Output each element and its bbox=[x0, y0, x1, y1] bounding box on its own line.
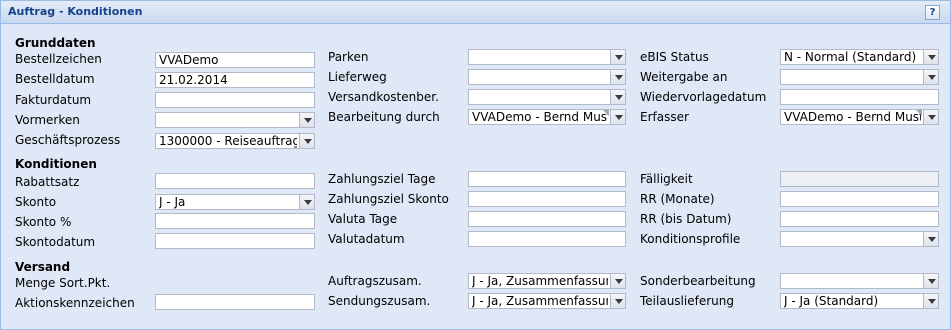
chevron-down-icon[interactable] bbox=[923, 110, 938, 124]
chevron-down-icon[interactable] bbox=[610, 110, 625, 124]
chevron-down-icon[interactable] bbox=[610, 294, 625, 308]
erfasser-value: VVADemo - Bernd Muste bbox=[784, 110, 921, 124]
skonto-select[interactable]: J - Ja bbox=[155, 194, 315, 210]
vormerken-select[interactable] bbox=[155, 112, 315, 128]
chevron-down-icon[interactable] bbox=[923, 70, 938, 84]
rabattsatz-field[interactable] bbox=[155, 173, 315, 189]
fakturdatum-field[interactable] bbox=[155, 92, 315, 108]
bestellzeichen-field[interactable]: VVADemo bbox=[155, 52, 315, 68]
ebis-status-select[interactable]: N - Normal (Standard) bbox=[780, 49, 939, 65]
menge-sort-label: Menge Sort.Pkt. bbox=[15, 276, 111, 290]
skonto-value: J - Ja bbox=[159, 195, 186, 209]
chevron-down-icon[interactable] bbox=[923, 232, 938, 246]
chevron-down-icon[interactable] bbox=[299, 195, 314, 209]
section-grunddaten: Grunddaten bbox=[15, 36, 96, 50]
bestelldatum-label: Bestelldatum bbox=[15, 72, 95, 86]
valutadatum-label: Valutadatum bbox=[328, 232, 405, 246]
parken-select[interactable] bbox=[468, 49, 626, 65]
valuta-tage-field[interactable] bbox=[468, 211, 626, 227]
ebis-status-label: eBIS Status bbox=[640, 50, 709, 64]
zahlungsziel-skonto-label: Zahlungsziel Skonto bbox=[328, 192, 449, 206]
valuta-tage-label: Valuta Tage bbox=[328, 212, 398, 226]
rr-datum-label: RR (bis Datum) bbox=[640, 212, 732, 226]
bearbeitung-value: VVADemo - Bernd Muste bbox=[472, 110, 608, 124]
sonderbearbeitung-select[interactable] bbox=[780, 273, 939, 289]
weitergabe-select[interactable] bbox=[780, 69, 939, 85]
rr-datum-field[interactable] bbox=[780, 211, 939, 227]
chevron-down-icon[interactable] bbox=[610, 70, 625, 84]
chevron-down-icon[interactable] bbox=[610, 50, 625, 64]
help-icon[interactable]: ? bbox=[925, 5, 940, 20]
teillieferung-label: Teilauslieferung bbox=[640, 294, 734, 308]
versandkostenber-label: Versandkostenber. bbox=[328, 90, 439, 104]
wiedervorlage-label: Wiedervorlagedatum bbox=[640, 90, 767, 104]
faelligkeit-field bbox=[780, 171, 939, 187]
geschaeftsprozess-value: 1300000 - Reiseauftrag s bbox=[159, 134, 297, 148]
erfasser-select[interactable]: VVADemo - Bernd Muste bbox=[780, 109, 939, 125]
dirty-marker bbox=[603, 110, 609, 116]
weitergabe-label: Weitergabe an bbox=[640, 70, 728, 84]
panel-title: Auftrag - Konditionen bbox=[8, 5, 143, 18]
fakturdatum-label: Fakturdatum bbox=[15, 93, 92, 107]
erfasser-label: Erfasser bbox=[640, 110, 689, 124]
rabattsatz-label: Rabattsatz bbox=[15, 175, 80, 189]
skontodatum-field[interactable] bbox=[155, 233, 315, 249]
zahlungsziel-tage-label: Zahlungsziel Tage bbox=[328, 172, 436, 186]
chevron-down-icon[interactable] bbox=[610, 90, 625, 104]
faelligkeit-label: Fälligkeit bbox=[640, 172, 693, 186]
auftragszusam-label: Auftragszusam. bbox=[328, 274, 422, 288]
teillieferung-value: J - Ja (Standard) bbox=[784, 294, 879, 308]
sendungszusam-label: Sendungszusam. bbox=[328, 294, 431, 308]
versandkostenber-select[interactable] bbox=[468, 89, 626, 105]
lieferweg-select[interactable] bbox=[468, 69, 626, 85]
konditionsprofile-label: Konditionsprofile bbox=[640, 232, 741, 246]
bearbeitung-select[interactable]: VVADemo - Bernd Muste bbox=[468, 109, 626, 125]
chevron-down-icon[interactable] bbox=[299, 134, 314, 148]
skonto-pct-field[interactable] bbox=[155, 213, 315, 229]
rr-monate-field[interactable] bbox=[780, 191, 939, 207]
konditionen-panel: Auftrag - Konditionen ? Grunddaten Kondi… bbox=[0, 0, 951, 330]
konditionsprofile-select[interactable] bbox=[780, 231, 939, 247]
aktionskennzeichen-label: Aktionskennzeichen bbox=[15, 296, 135, 310]
auftragszusam-value: J - Ja, Zusammenfassung bbox=[472, 274, 608, 288]
teillieferung-select[interactable]: J - Ja (Standard) bbox=[780, 293, 939, 309]
rr-monate-label: RR (Monate) bbox=[640, 192, 715, 206]
chevron-down-icon[interactable] bbox=[923, 274, 938, 288]
chevron-down-icon[interactable] bbox=[610, 274, 625, 288]
chevron-down-icon[interactable] bbox=[923, 294, 938, 308]
chevron-down-icon[interactable] bbox=[299, 113, 314, 127]
chevron-down-icon[interactable] bbox=[923, 50, 938, 64]
vormerken-label: Vormerken bbox=[15, 113, 80, 127]
valutadatum-field[interactable] bbox=[468, 231, 626, 247]
wiedervorlage-field[interactable] bbox=[780, 89, 939, 105]
sendungszusam-value: J - Ja, Zusammenfassung bbox=[472, 294, 608, 308]
skonto-pct-label: Skonto % bbox=[15, 215, 72, 229]
bearbeitung-label: Bearbeitung durch bbox=[328, 110, 440, 124]
parken-label: Parken bbox=[328, 50, 369, 64]
section-konditionen: Konditionen bbox=[15, 157, 97, 171]
skonto-label: Skonto bbox=[15, 195, 57, 209]
geschaeftsprozess-select[interactable]: 1300000 - Reiseauftrag s bbox=[155, 133, 315, 149]
zahlungsziel-tage-field[interactable] bbox=[468, 171, 626, 187]
bestellzeichen-label: Bestellzeichen bbox=[15, 52, 102, 66]
ebis-status-value: N - Normal (Standard) bbox=[784, 50, 917, 64]
auftragszusam-select[interactable]: J - Ja, Zusammenfassung bbox=[468, 273, 626, 289]
zahlungsziel-skonto-field[interactable] bbox=[468, 191, 626, 207]
dirty-marker bbox=[916, 110, 922, 116]
sonderbearbeitung-label: Sonderbearbeitung bbox=[640, 274, 756, 288]
skontodatum-label: Skontodatum bbox=[15, 235, 96, 249]
aktionskennzeichen-field[interactable] bbox=[155, 294, 315, 310]
lieferweg-label: Lieferweg bbox=[328, 70, 387, 84]
geschaeftsprozess-label: Geschäftsprozess bbox=[15, 133, 121, 147]
section-versand: Versand bbox=[15, 260, 71, 274]
sendungszusam-select[interactable]: J - Ja, Zusammenfassung bbox=[468, 293, 626, 309]
panel-header: Auftrag - Konditionen ? bbox=[1, 1, 950, 24]
bestelldatum-field[interactable]: 21.02.2014 bbox=[155, 72, 315, 88]
